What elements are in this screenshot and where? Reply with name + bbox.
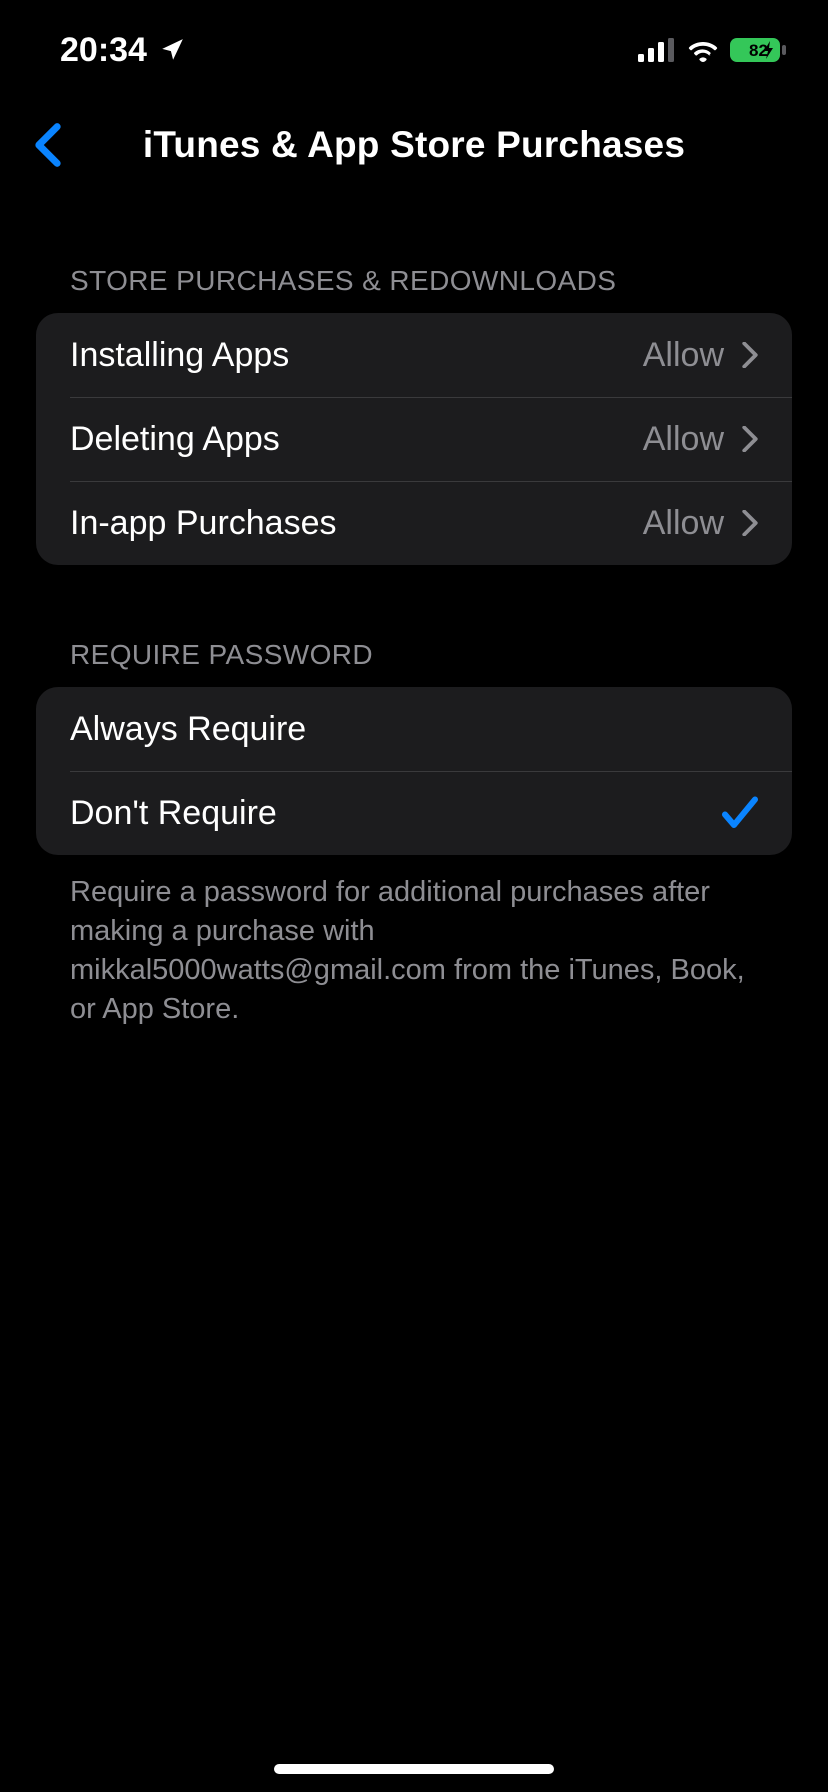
row-always-require[interactable]: Always Require	[36, 687, 792, 771]
password-group: Always Require Don't Require	[36, 687, 792, 855]
location-services-icon	[159, 37, 185, 63]
chevron-right-icon	[742, 510, 758, 536]
row-trailing: Allow	[643, 420, 758, 459]
wifi-icon	[686, 38, 720, 62]
back-button[interactable]	[18, 115, 78, 175]
row-dont-require[interactable]: Don't Require	[36, 771, 792, 855]
status-bar: 20:34 82	[0, 0, 828, 100]
row-value: Allow	[643, 336, 724, 375]
row-trailing: Allow	[643, 504, 758, 543]
page-title: iTunes & App Store Purchases	[143, 124, 685, 166]
row-in-app-purchases[interactable]: In-app Purchases Allow	[36, 481, 792, 565]
chevron-right-icon	[742, 342, 758, 368]
password-section-footer: Require a password for additional purcha…	[0, 855, 828, 1030]
chevron-right-icon	[742, 426, 758, 452]
checkmark-icon	[722, 796, 758, 830]
store-section-header: STORE PURCHASES & REDOWNLOADS	[0, 265, 828, 313]
row-label: Always Require	[70, 710, 306, 749]
store-group: Installing Apps Allow Deleting Apps Allo…	[36, 313, 792, 565]
battery-icon: 82	[730, 37, 788, 63]
row-label: Deleting Apps	[70, 420, 280, 459]
content: STORE PURCHASES & REDOWNLOADS Installing…	[0, 190, 828, 1030]
status-time: 20:34	[60, 31, 147, 70]
navigation-bar: iTunes & App Store Purchases	[0, 100, 828, 190]
row-label: Don't Require	[70, 794, 277, 833]
status-left: 20:34	[60, 31, 185, 70]
row-value: Allow	[643, 504, 724, 543]
status-right: 82	[638, 37, 788, 63]
row-label: In-app Purchases	[70, 504, 337, 543]
chevron-left-icon	[34, 123, 62, 167]
row-trailing	[722, 796, 758, 830]
password-section-header: REQUIRE PASSWORD	[0, 639, 828, 687]
row-value: Allow	[643, 420, 724, 459]
row-installing-apps[interactable]: Installing Apps Allow	[36, 313, 792, 397]
row-deleting-apps[interactable]: Deleting Apps Allow	[36, 397, 792, 481]
row-label: Installing Apps	[70, 336, 289, 375]
row-trailing: Allow	[643, 336, 758, 375]
cellular-signal-icon	[638, 38, 676, 62]
home-indicator[interactable]	[274, 1764, 554, 1774]
